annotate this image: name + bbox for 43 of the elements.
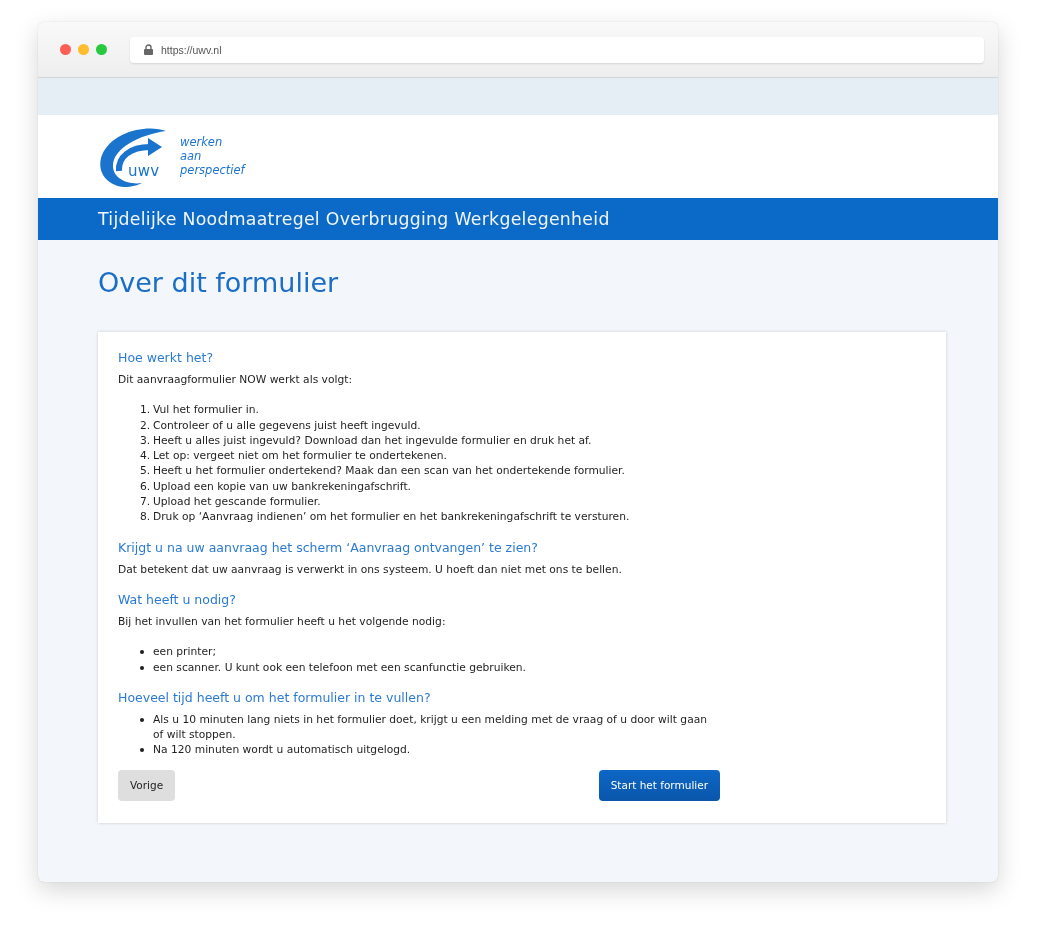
list-item-text: een scanner. U kunt ook een telefoon met een scanfunctie gebruiken. xyxy=(153,659,526,675)
list-number: 7. xyxy=(140,494,152,510)
list-number: 5. xyxy=(140,463,152,479)
list-item-text: Heeft u alles juist ingevuld? Download dan het ingevulde formulier en druk het af. xyxy=(153,432,592,449)
section-heading: Hoe werkt het? xyxy=(118,349,215,367)
list-item-text: Heeft u het formulier ondertekend? Maak dan een scan van het ondertekende formulier. xyxy=(153,463,625,479)
list-number: 2. xyxy=(140,417,152,433)
start-button[interactable]: Start het formulier xyxy=(598,769,720,801)
maximize-window-icon[interactable] xyxy=(96,44,107,55)
list-number: 4. xyxy=(140,448,152,464)
minimize-window-icon[interactable] xyxy=(78,44,89,55)
list-item-text: Upload een kopie van uw bankrekeningafschrift. xyxy=(153,478,411,495)
bullet-icon xyxy=(140,748,144,753)
list-item-text: Na 120 minuten wordt u automatisch uitgelogd. xyxy=(153,742,411,758)
list-item-text: Upload het gescande formulier. xyxy=(153,494,321,510)
paragraph: Dit aanvraagformulier NOW werkt als volgt: xyxy=(118,372,353,388)
list-number: 1. xyxy=(140,402,152,418)
list-item-text: Controleer of u alle gegevens juist heeft ingevuld. xyxy=(153,417,421,433)
section-heading: Hoeveel tijd heeft u om het formulier in te vullen? xyxy=(118,688,432,707)
bullet-icon xyxy=(140,665,144,670)
list-number: 3. xyxy=(140,432,152,449)
logo-wordmark: uwv xyxy=(128,163,160,179)
paragraph: Dat betekent dat uw aanvraag is verwerkt in ons systeem. U hoeft dan niet met ons te bellen. xyxy=(118,561,623,577)
section-heading: Krijgt u na uw aanvraag het scherm ‘Aanvraag ontvangen’ te zien? xyxy=(118,538,539,557)
logo-tagline: werken aan perspectief xyxy=(180,135,245,177)
list-item-text: Als u 10 minuten lang niets in het formulier doet, krijgt u een melding met de vraag of u door wilt gaan of wilt stoppen. xyxy=(153,711,708,743)
list-number: 6. xyxy=(140,478,152,495)
banner-title: Tijdelijke Noodmaatregel Overbrugging Werkgelegenheid xyxy=(98,209,610,229)
bullet-icon xyxy=(140,650,144,655)
page-title: Over dit formulier xyxy=(98,266,340,300)
lock-icon xyxy=(144,44,153,55)
list-number: 8. xyxy=(140,509,152,525)
close-window-icon[interactable] xyxy=(60,44,71,55)
url-text: https://uwv.nl xyxy=(161,43,222,56)
section-heading: Wat heeft u nodig? xyxy=(118,590,237,609)
paragraph: Bij het invullen van het formulier heeft u het volgende nodig: xyxy=(118,613,447,630)
bullet-icon xyxy=(140,717,144,722)
list-item-text: een printer; xyxy=(153,644,216,660)
list-item-text: Vul het formulier in. xyxy=(153,402,259,418)
back-button[interactable]: Vorige xyxy=(118,769,176,801)
list-item-text: Druk op ‘Aanvraag indienen’ om het formulier en het bankrekeningafschrift te versturen. xyxy=(153,509,630,525)
list-item-text: Let op: vergeet niet om het formulier te ondertekenen. xyxy=(153,448,447,464)
address-bar[interactable]: https://uwv.nl xyxy=(130,36,984,63)
